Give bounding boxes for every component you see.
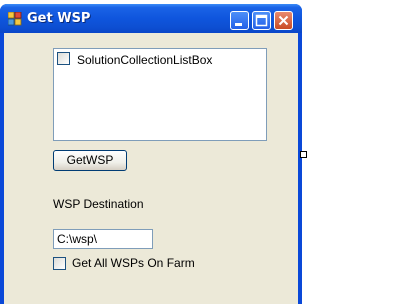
get-all-wsps-label: Get All WSPs On Farm [72,256,195,270]
app-icon [7,11,22,26]
list-item-checkbox[interactable] [57,52,70,65]
wsp-destination-label: WSP Destination [53,197,144,211]
app-window: Get WSP SolutionCollectionListBox GetWSP… [0,4,302,304]
title-bar[interactable]: Get WSP [0,4,302,33]
resize-handle[interactable] [300,151,307,158]
close-icon [278,15,289,26]
get-wsp-button[interactable]: GetWSP [53,150,127,171]
close-button[interactable] [274,11,293,30]
list-item[interactable]: SolutionCollectionListBox [57,51,257,67]
minimize-button[interactable] [230,11,249,30]
client-area: SolutionCollectionListBox GetWSP WSP Des… [4,33,298,304]
wsp-destination-input[interactable]: C:\wsp\ [53,229,153,249]
maximize-button[interactable] [252,11,271,30]
list-item-label: SolutionCollectionListBox [77,53,213,67]
minimize-icon [235,23,242,26]
window-title: Get WSP [27,11,91,26]
solution-listbox[interactable]: SolutionCollectionListBox [53,48,267,141]
maximize-icon [255,14,268,27]
get-all-wsps-checkbox[interactable] [53,257,66,270]
